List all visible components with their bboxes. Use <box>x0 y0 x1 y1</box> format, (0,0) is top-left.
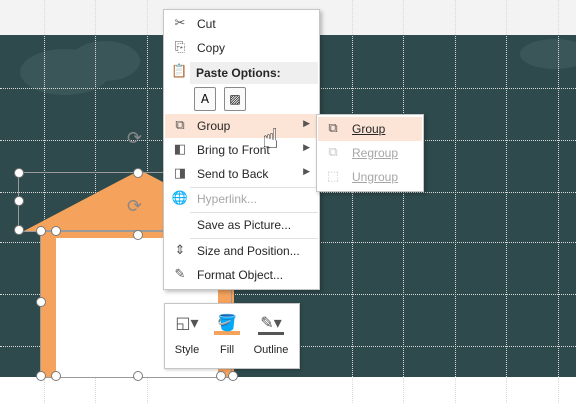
paste-picture-icon[interactable]: ▨ <box>224 87 246 111</box>
grid-line <box>352 0 353 403</box>
submenu-arrow-icon: ▶ <box>303 167 310 177</box>
paste-options-label: Paste Options: <box>196 66 281 80</box>
style-button[interactable]: ◱▾ Style <box>169 308 205 364</box>
fill-label: Fill <box>219 344 235 356</box>
paint-bucket-icon: 🪣 <box>214 311 240 335</box>
style-label: Style <box>174 344 200 356</box>
slide-bottom-margin <box>0 377 576 403</box>
resize-handle[interactable] <box>14 168 24 178</box>
menu-item-save-as-picture[interactable]: Save as Picture... <box>165 213 318 237</box>
mini-toolbar: ◱▾ Style 🪣 Fill ✎▾ Outline <box>164 303 300 369</box>
submenu-item-label: Ungroup <box>352 170 399 184</box>
resize-handle[interactable] <box>228 371 238 381</box>
resize-handle[interactable] <box>133 168 143 178</box>
resize-handle[interactable] <box>51 371 61 381</box>
outline-button[interactable]: ✎▾ Outline <box>247 308 295 364</box>
resize-handle[interactable] <box>51 226 61 236</box>
group-icon: ⧉ <box>328 121 338 136</box>
menu-item-size-and-position[interactable]: ⇕ Size and Position... <box>165 239 318 263</box>
bring-to-front-icon: ◧ <box>173 142 187 157</box>
grid-line <box>506 0 507 403</box>
hand-pointer-cursor-icon: ☝ <box>262 122 280 155</box>
rotate-handle-icon[interactable]: ⟳ <box>127 128 142 149</box>
paste-options-header: Paste Options: <box>190 62 318 84</box>
resize-handle[interactable] <box>216 371 226 381</box>
group-icon: ⧉ <box>175 118 185 133</box>
scissors-icon: ✂ <box>174 16 186 31</box>
send-to-back-icon: ◨ <box>173 166 187 181</box>
cloud-shape <box>70 41 140 81</box>
resize-handle[interactable] <box>133 230 143 240</box>
submenu-item-label: Group <box>352 122 386 136</box>
menu-item-label: Hyperlink... <box>197 192 258 206</box>
size-position-icon: ⇕ <box>174 243 186 258</box>
context-menu: ✂ Cut ⎘ Copy 📋 Paste Options: A ▨ ⧉ Grou… <box>163 9 320 290</box>
grid-line <box>558 0 559 403</box>
resize-handle[interactable] <box>36 371 46 381</box>
format-object-icon: ✎ <box>174 267 186 282</box>
submenu-item-ungroup[interactable]: ⬚ Ungroup <box>318 165 422 189</box>
group-submenu: ⧉ Group ⧉ Regroup ⬚ Ungroup <box>316 114 424 192</box>
menu-item-label: Size and Position... <box>197 244 300 258</box>
menu-item-label: Save as Picture... <box>197 218 292 232</box>
menu-item-label: Format Object... <box>197 268 284 282</box>
resize-handle[interactable] <box>133 371 143 381</box>
menu-item-label: Bring to Front <box>197 143 270 157</box>
menu-item-cut[interactable]: ✂ Cut <box>165 12 318 36</box>
menu-item-send-to-back[interactable]: ◨ Send to Back ▶ <box>165 162 318 186</box>
menu-item-bring-to-front[interactable]: ◧ Bring to Front ▶ <box>165 138 318 162</box>
slide-canvas[interactable]: ⟳ ⟳ ✂ Cut ⎘ Copy 📋 Paste Options: A ▨ ⧉ … <box>0 0 576 403</box>
menu-item-label: Copy <box>197 41 226 55</box>
menu-item-group[interactable]: ⧉ Group ▶ <box>165 114 318 138</box>
shape-style-icon: ◱▾ <box>175 313 199 332</box>
resize-handle[interactable] <box>36 226 46 236</box>
resize-handle[interactable] <box>14 196 24 206</box>
grid-line <box>403 0 404 403</box>
resize-handle[interactable] <box>14 225 24 235</box>
outline-label: Outline <box>253 344 289 356</box>
outline-pen-icon: ✎▾ <box>258 311 284 335</box>
copy-icon: ⎘ <box>174 40 186 55</box>
menu-item-label: Cut <box>197 17 216 31</box>
paste-icon: 📋 <box>171 64 188 79</box>
menu-item-hyperlink[interactable]: 🌐 Hyperlink... <box>165 187 318 211</box>
submenu-arrow-icon: ▶ <box>303 119 310 129</box>
submenu-arrow-icon: ▶ <box>303 143 310 153</box>
resize-handle[interactable] <box>36 297 46 307</box>
grid-line <box>455 0 456 403</box>
rotate-handle-icon[interactable]: ⟳ <box>127 196 142 217</box>
cloud-shape <box>520 39 576 69</box>
menu-item-label: Send to Back <box>197 167 269 181</box>
submenu-item-regroup[interactable]: ⧉ Regroup <box>318 141 422 165</box>
fill-button[interactable]: 🪣 Fill <box>209 308 245 364</box>
menu-item-copy[interactable]: ⎘ Copy <box>165 36 318 60</box>
submenu-item-group[interactable]: ⧉ Group <box>318 117 422 141</box>
paste-keep-text-icon[interactable]: A <box>194 87 216 111</box>
regroup-icon: ⧉ <box>328 145 338 160</box>
menu-item-label: Group <box>197 119 231 133</box>
submenu-item-label: Regroup <box>352 146 399 160</box>
hyperlink-icon: 🌐 <box>171 191 189 206</box>
ungroup-icon: ⬚ <box>326 169 340 184</box>
menu-item-format-object[interactable]: ✎ Format Object... <box>165 263 318 287</box>
